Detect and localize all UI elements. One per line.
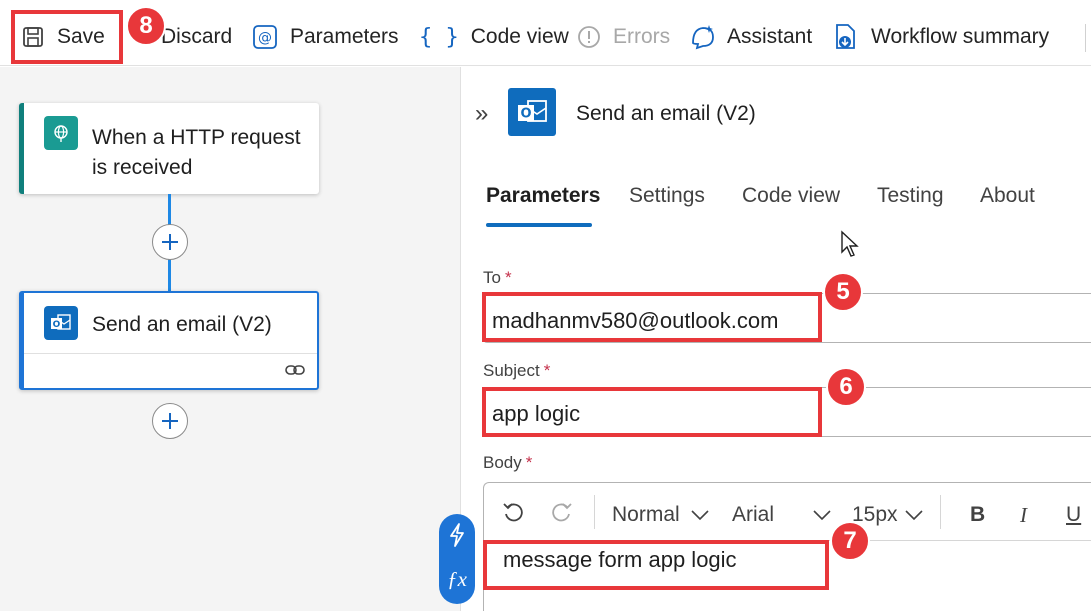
code-view-button[interactable]: { } Code view <box>419 18 569 56</box>
workflow-canvas[interactable]: When a HTTP request is received O Send a… <box>0 67 460 611</box>
collapse-panel-chevron-icon[interactable]: » <box>475 100 488 128</box>
assistant-button[interactable]: Assistant <box>689 18 812 56</box>
send-email-card-title: Send an email (V2) <box>92 313 272 336</box>
subject-label-text: Subject <box>483 361 540 380</box>
trigger-title-line1: When a HTTP request <box>92 126 301 149</box>
tab-parameters[interactable]: Parameters <box>486 184 600 208</box>
lightning-icon[interactable] <box>447 522 467 548</box>
toolbar-divider <box>1085 24 1086 52</box>
paragraph-style-dropdown[interactable]: Normal <box>612 503 710 527</box>
underline-button[interactable]: U <box>1066 503 1081 527</box>
step-badge-subject: 6 <box>826 367 866 407</box>
undo-icon[interactable] <box>502 501 526 525</box>
bold-button[interactable]: B <box>970 503 985 527</box>
chevron-down-icon <box>691 510 709 521</box>
errors-button[interactable]: Errors <box>577 18 670 56</box>
body-field-label: Body * <box>483 453 532 473</box>
step-badge-body: 7 <box>830 521 870 561</box>
add-step-button-bottom[interactable] <box>152 403 188 439</box>
editor-toolbar-separator <box>594 495 595 529</box>
redo-icon[interactable] <box>549 501 573 525</box>
trigger-card[interactable]: When a HTTP request is received <box>19 103 319 194</box>
to-label-text: To <box>483 268 501 287</box>
subject-required-mark: * <box>543 361 551 380</box>
parameters-label: Parameters <box>290 25 399 48</box>
add-step-button[interactable] <box>152 224 188 260</box>
mouse-cursor-icon <box>841 230 859 257</box>
errors-label: Errors <box>613 25 671 48</box>
assistant-icon <box>692 25 714 50</box>
panel-title: Send an email (V2) <box>576 102 756 125</box>
body-highlight <box>483 540 829 590</box>
outlook-icon: O <box>44 306 78 340</box>
trigger-title-line2: is received <box>92 156 193 179</box>
italic-button[interactable]: I <box>1020 503 1027 528</box>
to-required-mark: * <box>504 268 512 287</box>
save-highlight <box>11 10 123 64</box>
code-view-label: Code view <box>470 25 569 48</box>
font-family-value: Arial <box>732 503 775 526</box>
paragraph-style-value: Normal <box>612 503 680 526</box>
document-download-icon <box>836 24 855 49</box>
plus-icon <box>162 234 178 250</box>
body-label-text: Body <box>483 453 522 472</box>
to-field-label: To * <box>483 268 512 288</box>
panel-outlook-icon: O <box>508 88 556 136</box>
chevron-down-icon <box>813 510 831 521</box>
to-highlight <box>482 292 822 342</box>
font-family-dropdown[interactable]: Arial <box>732 503 832 527</box>
step-badge-save: 8 <box>126 6 166 46</box>
tab-testing[interactable]: Testing <box>877 184 944 208</box>
tab-about[interactable]: About <box>980 184 1035 208</box>
link-icon <box>285 365 305 375</box>
parameters-button[interactable]: @ Parameters <box>252 18 399 56</box>
trigger-title: When a HTTP request is received <box>92 123 301 183</box>
error-icon <box>578 26 600 48</box>
workflow-summary-button[interactable]: Workflow summary <box>834 18 1049 56</box>
http-globe-icon <box>44 116 78 150</box>
braces-icon: { } <box>419 24 459 50</box>
discard-label: Discard <box>161 25 233 48</box>
svg-text:O: O <box>53 320 61 330</box>
font-size-dropdown[interactable]: 15px <box>852 503 924 527</box>
editor-toolbar-separator <box>940 495 941 529</box>
body-required-mark: * <box>525 453 533 472</box>
active-tab-indicator <box>486 223 592 227</box>
workflow-summary-label: Workflow summary <box>871 25 1050 48</box>
tab-settings[interactable]: Settings <box>629 184 705 208</box>
svg-text:@: @ <box>258 30 272 46</box>
function-fx-icon[interactable]: ƒx <box>439 567 475 592</box>
parameters-icon: @ <box>253 25 277 49</box>
step-badge-to: 5 <box>823 272 863 312</box>
plus-icon <box>162 413 178 429</box>
subject-field-label: Subject * <box>483 361 550 381</box>
dynamic-content-toolbar: ƒx <box>439 514 475 604</box>
assistant-label: Assistant <box>727 25 813 48</box>
subject-highlight <box>482 387 822 437</box>
tab-code-view[interactable]: Code view <box>742 184 840 208</box>
card-divider <box>24 353 317 354</box>
send-email-card[interactable]: O Send an email (V2) <box>19 291 319 390</box>
svg-text:O: O <box>520 107 531 122</box>
chevron-down-icon <box>904 510 923 521</box>
